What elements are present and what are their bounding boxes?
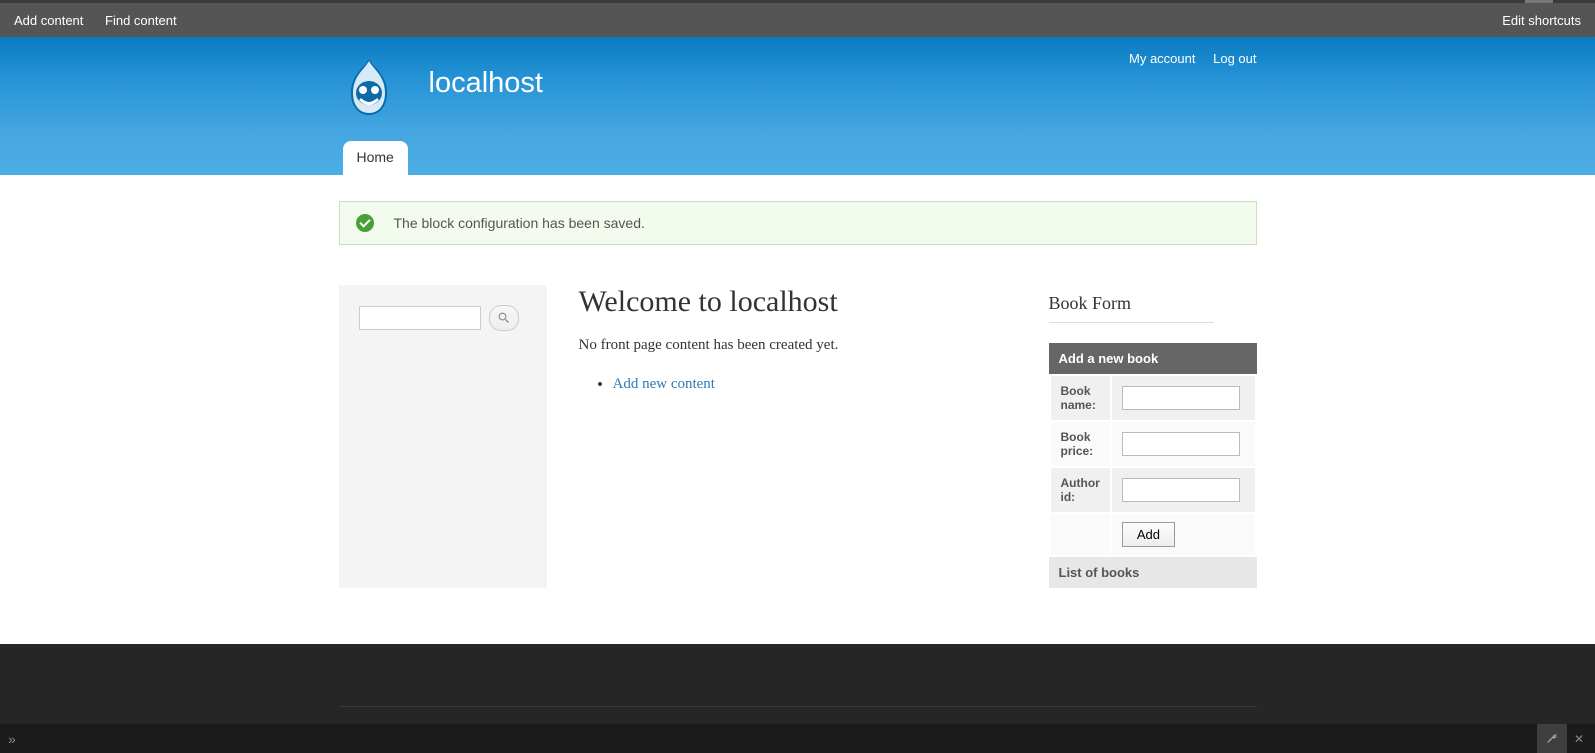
table-row: Add (1051, 514, 1255, 555)
label-book-name: Book name: (1051, 376, 1110, 420)
body-text: No front page content has been created y… (579, 337, 1017, 354)
footer-divider (339, 706, 1257, 707)
page-title: Welcome to localhost (579, 285, 1017, 319)
table-row: Book name: (1051, 376, 1255, 420)
wrench-button[interactable] (1537, 724, 1567, 753)
drupal-logo-icon (341, 55, 397, 119)
close-button[interactable]: ✕ (1567, 724, 1591, 753)
add-new-content-link[interactable]: Add new content (613, 376, 715, 392)
site-name[interactable]: localhost (429, 67, 543, 100)
toolbar-indicator (1525, 0, 1553, 3)
admin-toolbar: Add content Find content Edit shortcuts (0, 0, 1595, 37)
list-item: Add new content (613, 376, 1017, 393)
list-of-books-header[interactable]: List of books (1049, 557, 1257, 588)
wrench-icon (1545, 732, 1559, 746)
main-content: Welcome to localhost No front page conte… (571, 285, 1025, 588)
add-content-link[interactable]: Add content (14, 13, 83, 28)
primary-tabs: Home (343, 141, 408, 175)
close-icon: ✕ (1574, 732, 1584, 746)
search-button[interactable] (489, 305, 519, 331)
search-input[interactable] (359, 306, 481, 330)
sidebar-right: Book Form Add a new book Book name: Book… (1049, 285, 1257, 588)
add-button[interactable]: Add (1122, 522, 1175, 547)
expand-icon[interactable]: » (4, 731, 16, 747)
user-links: My account Log out (1115, 51, 1256, 66)
status-text: The block configuration has been saved. (394, 215, 645, 231)
find-content-link[interactable]: Find content (105, 13, 177, 28)
edit-shortcuts-link[interactable]: Edit shortcuts (1502, 13, 1581, 28)
branding: localhost (341, 55, 543, 119)
sidebar-left (339, 285, 547, 588)
site-header: My account Log out localhost Home (0, 37, 1595, 175)
status-message: The block configuration has been saved. (339, 201, 1257, 245)
book-name-field[interactable] (1122, 386, 1240, 410)
book-form-table: Book name: Book price: Author id: Add (1049, 374, 1257, 557)
search-icon (498, 312, 510, 324)
bottom-bar: » ✕ (0, 724, 1595, 753)
block-title: Book Form (1049, 285, 1257, 331)
author-id-field[interactable] (1122, 478, 1240, 502)
success-icon (356, 214, 374, 232)
log-out-link[interactable]: Log out (1213, 51, 1256, 66)
table-row: Book price: (1051, 422, 1255, 466)
label-author-id: Author id: (1051, 468, 1110, 512)
toolbar-right: Edit shortcuts (1484, 13, 1581, 28)
form-header: Add a new book (1049, 343, 1257, 374)
toolbar-left: Add content Find content (14, 13, 195, 28)
site-footer (0, 644, 1595, 724)
label-book-price: Book price: (1051, 422, 1110, 466)
table-row: Author id: (1051, 468, 1255, 512)
tab-home[interactable]: Home (343, 141, 408, 175)
book-price-field[interactable] (1122, 432, 1240, 456)
my-account-link[interactable]: My account (1129, 51, 1195, 66)
